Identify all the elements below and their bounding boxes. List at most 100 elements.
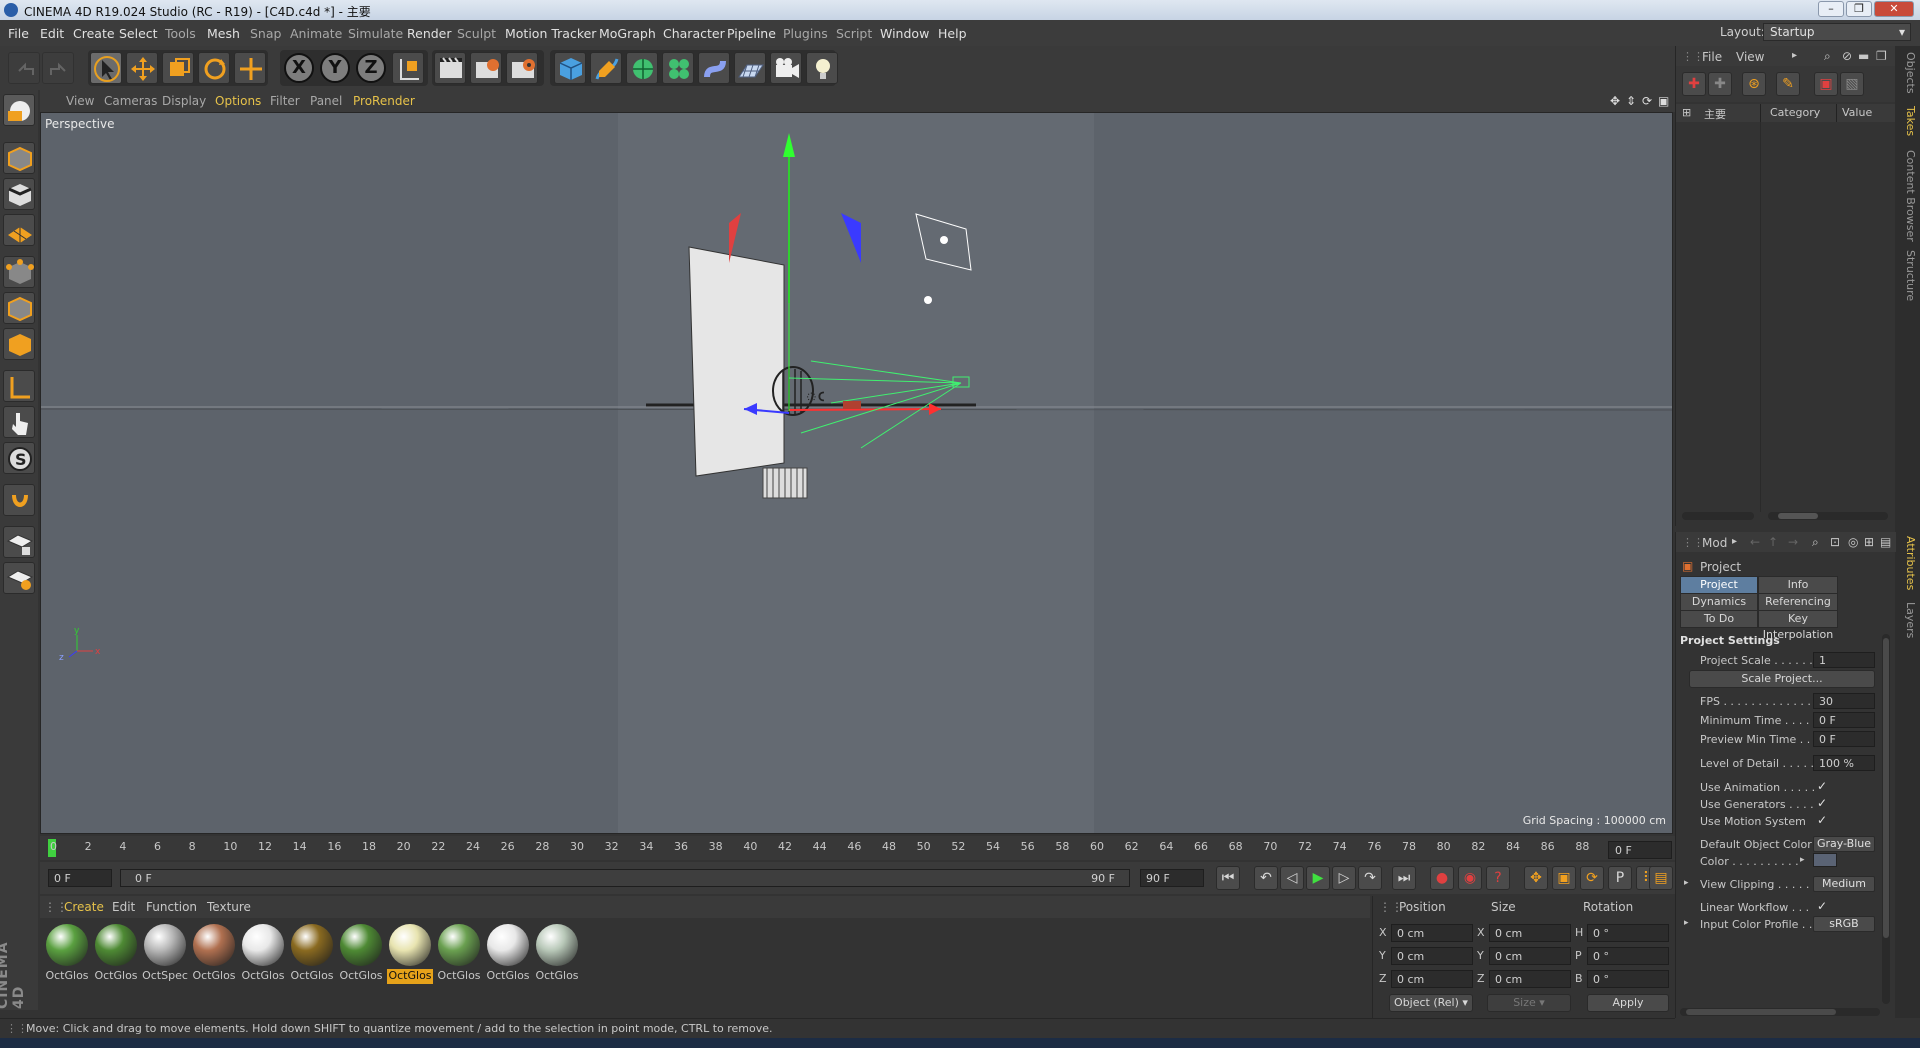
key-position-icon[interactable]: ✥ xyxy=(1524,866,1548,890)
axis-mode-icon[interactable] xyxy=(3,370,35,402)
scale-project-button[interactable]: Scale Project... xyxy=(1689,670,1875,688)
material-thumbnail[interactable]: OctGlos xyxy=(534,924,580,986)
menu-plugins[interactable]: Plugins xyxy=(783,26,828,41)
play-icon[interactable]: ▶ xyxy=(1306,866,1330,890)
search-icon[interactable]: ⌕ xyxy=(1824,49,1831,64)
override-icon[interactable]: ✎ xyxy=(1776,72,1800,96)
use-motion-system-checkbox[interactable]: ✓ xyxy=(1817,813,1827,827)
color-swatch[interactable] xyxy=(1813,853,1837,867)
project-scale-field[interactable]: 1 xyxy=(1813,652,1875,668)
tab-structure[interactable]: Structure xyxy=(1897,250,1917,301)
object-menu-view[interactable]: View xyxy=(1736,50,1764,64)
end-frame-field[interactable]: 90 F xyxy=(1140,869,1204,887)
viewport-zoom-icon[interactable]: ⇕ xyxy=(1626,94,1636,108)
transform-icon[interactable] xyxy=(234,52,266,84)
tab-referencing[interactable]: Referencing xyxy=(1758,593,1838,611)
menu-motion-tracker[interactable]: Motion Tracker xyxy=(505,26,596,41)
level-of-detail-field[interactable]: 100 % xyxy=(1813,755,1875,771)
texture-mode-icon[interactable] xyxy=(3,178,35,210)
default-object-color-dropdown[interactable]: Gray-Blue xyxy=(1813,836,1875,852)
render-view-icon[interactable] xyxy=(434,52,466,84)
keyframe-selection-icon[interactable]: ? xyxy=(1486,866,1510,890)
panel-grip-icon[interactable]: ⋮⋮ xyxy=(1682,536,1704,549)
tab-objects[interactable]: Objects xyxy=(1897,52,1917,94)
perspective-viewport[interactable]: Perspective ఁ y x z Grid Spacing: 10000… xyxy=(40,112,1673,834)
z-axis-icon[interactable]: Z xyxy=(356,53,386,83)
coord-rot-p-field[interactable]: 0 ° xyxy=(1587,947,1669,965)
previous-frame-icon[interactable]: ◁ xyxy=(1280,866,1304,890)
make-editable-icon[interactable] xyxy=(3,94,35,126)
material-thumbnail[interactable]: OctGlos xyxy=(387,924,433,986)
material-thumbnail[interactable]: OctGlos xyxy=(93,924,139,986)
lock-take-icon[interactable]: ▧ xyxy=(1840,72,1864,96)
material-menu-function[interactable]: Function xyxy=(146,900,197,914)
previous-key-icon[interactable]: ↶ xyxy=(1254,866,1278,890)
render-takes-icon[interactable]: ▣ xyxy=(1814,72,1838,96)
view-clipping-dropdown[interactable]: Medium xyxy=(1813,876,1875,892)
redo-icon[interactable] xyxy=(42,52,74,84)
tweak-mode-icon[interactable] xyxy=(3,406,35,438)
maximize-button[interactable]: ❐ xyxy=(1846,1,1872,17)
solo-icon[interactable]: S xyxy=(3,442,35,474)
object-menu-file[interactable]: File xyxy=(1702,50,1722,64)
current-frame-field[interactable]: 0 F xyxy=(1608,841,1672,859)
viewport-menu-panel[interactable]: Panel xyxy=(310,94,342,108)
record-icon[interactable]: ● xyxy=(1430,866,1454,890)
maximize-panel-icon[interactable]: ❐ xyxy=(1876,49,1887,63)
tab-project-settings[interactable]: Project Settings xyxy=(1680,576,1758,607)
back-icon[interactable]: ← xyxy=(1750,535,1760,549)
panel-grip-icon[interactable]: ⋮⋮ xyxy=(1682,50,1704,63)
cube-icon[interactable] xyxy=(554,52,586,84)
chevron-right-icon[interactable]: ▸ xyxy=(1792,50,1797,61)
coordinate-mode-dropdown[interactable]: Object (Rel) ▾ xyxy=(1389,994,1473,1012)
tab-to-do[interactable]: To Do xyxy=(1680,610,1758,628)
undo-icon[interactable] xyxy=(8,52,40,84)
viewport-move-icon[interactable]: ✥ xyxy=(1610,94,1620,108)
menu-snap[interactable]: Snap xyxy=(250,26,281,41)
autokey-icon[interactable]: ◉ xyxy=(1458,866,1482,890)
menu-tools[interactable]: Tools xyxy=(165,26,196,41)
panel-menu-icon[interactable]: ▤ xyxy=(1880,535,1891,549)
render-picture-viewer-icon[interactable] xyxy=(470,52,502,84)
rotate-icon[interactable] xyxy=(198,52,230,84)
menu-window[interactable]: Window xyxy=(880,26,929,41)
render-settings-icon[interactable] xyxy=(506,52,538,84)
chevron-right-icon[interactable]: ▸ xyxy=(1800,855,1805,865)
viewport-menu-cameras[interactable]: Cameras xyxy=(104,94,157,108)
vertical-scrollbar[interactable] xyxy=(1882,634,1890,1004)
key-scale-icon[interactable]: ▣ xyxy=(1552,866,1576,890)
menu-render[interactable]: Render xyxy=(407,26,452,41)
next-key-icon[interactable]: ↷ xyxy=(1358,866,1382,890)
lock-workplane-icon[interactable] xyxy=(3,526,35,558)
next-frame-icon[interactable]: ▷ xyxy=(1332,866,1356,890)
tab-dynamics[interactable]: Dynamics xyxy=(1680,593,1758,611)
preview-range-slider[interactable]: 0 F 90 F xyxy=(120,869,1130,887)
viewport-menu-options[interactable]: Options xyxy=(215,94,261,108)
pen-icon[interactable] xyxy=(590,52,622,84)
points-mode-icon[interactable] xyxy=(3,256,35,288)
viewport-menu-prorender[interactable]: ProRender xyxy=(353,94,415,108)
polygons-mode-icon[interactable] xyxy=(3,328,35,360)
viewport-rotate-icon[interactable]: ⟳ xyxy=(1642,94,1652,108)
coord-size-y-field[interactable]: 0 cm xyxy=(1489,947,1571,965)
horizontal-scrollbar[interactable] xyxy=(1768,512,1888,520)
menu-edit[interactable]: Edit xyxy=(40,26,64,41)
up-icon[interactable]: ↑ xyxy=(1768,535,1778,549)
select-icon[interactable] xyxy=(90,52,122,84)
preview-min-time-field[interactable]: 0 F xyxy=(1813,731,1875,747)
tab-key-interpolation[interactable]: Key Interpolation xyxy=(1758,610,1838,641)
tab-layers[interactable]: Layers xyxy=(1897,602,1917,638)
add-take-icon[interactable]: ✚ xyxy=(1682,72,1706,96)
material-thumbnail[interactable]: OctGlos xyxy=(44,924,90,986)
coord-pos-y-field[interactable]: 0 cm xyxy=(1391,947,1473,965)
material-thumbnail[interactable]: OctGlos xyxy=(240,924,286,986)
minimize-panel-icon[interactable]: ▬ xyxy=(1858,49,1869,63)
viewport-layout-icon[interactable]: ▣ xyxy=(1658,94,1669,108)
target-icon[interactable]: ◎ xyxy=(1848,535,1858,549)
material-thumbnail[interactable]: OctGlos xyxy=(191,924,237,986)
viewport-menu-view[interactable]: View xyxy=(66,94,94,108)
x-axis-icon[interactable]: X xyxy=(284,53,314,83)
use-generators-checkbox[interactable]: ✓ xyxy=(1817,796,1827,810)
menu-simulate[interactable]: Simulate xyxy=(348,26,403,41)
linear-workflow-checkbox[interactable]: ✓ xyxy=(1817,899,1827,913)
